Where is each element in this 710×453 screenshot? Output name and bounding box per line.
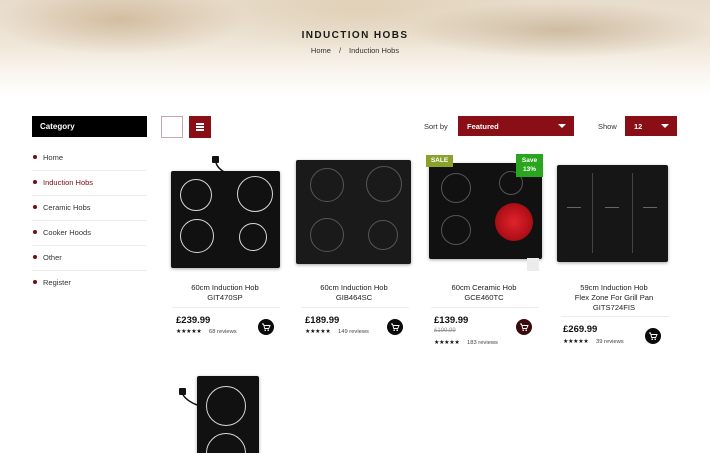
product-price: £189.99: [305, 315, 340, 326]
product-name[interactable]: 59cm Induction Hob Flex Zone For Grill P…: [555, 283, 673, 313]
breadcrumb-home-link[interactable]: Home: [311, 46, 331, 55]
star-icon: ★★★★★: [434, 340, 460, 346]
cart-icon: [649, 332, 658, 340]
product-name[interactable]: 60cm Induction Hob GIT470SP: [166, 283, 284, 303]
category-list: Home Induction Hobs Ceramic Hobs Cooker …: [32, 146, 147, 296]
product-image[interactable]: [197, 376, 259, 453]
save-badge: Save 13%: [516, 154, 543, 177]
chevron-down-icon: [558, 124, 566, 128]
plug-cable-icon: [179, 388, 198, 406]
product-name[interactable]: 60cm Induction Hob GIB464SC: [295, 283, 413, 303]
review-count[interactable]: 149 reviews: [338, 329, 369, 335]
add-to-cart-button[interactable]: [258, 319, 274, 335]
category-item-cooker-hoods[interactable]: Cooker Hoods: [32, 221, 147, 246]
plug-cable-icon: [212, 156, 227, 174]
add-to-cart-button[interactable]: [387, 319, 403, 335]
cart-icon: [520, 323, 529, 331]
product-image[interactable]: [171, 171, 280, 268]
product-name[interactable]: 60cm Ceramic Hob GCE460TC: [425, 283, 543, 303]
product-image[interactable]: [296, 160, 411, 264]
add-to-cart-button[interactable]: [516, 319, 532, 335]
category-item-ceramic-hobs[interactable]: Ceramic Hobs: [32, 196, 147, 221]
product-image[interactable]: [429, 163, 542, 259]
category-item-home[interactable]: Home: [32, 146, 147, 171]
sort-value: Featured: [467, 122, 499, 131]
grid-view-button[interactable]: [161, 116, 183, 138]
sort-select[interactable]: Featured: [458, 116, 574, 136]
review-count[interactable]: 39 reviews: [596, 339, 624, 345]
star-icon: ★★★★★: [305, 329, 331, 335]
sort-label: Sort by: [424, 122, 448, 131]
star-icon: ★★★★★: [563, 339, 589, 345]
category-heading: Category: [32, 116, 147, 137]
product-price: £269.99: [563, 324, 598, 335]
product-price: £239.99: [176, 315, 211, 326]
list-view-button[interactable]: [189, 116, 211, 138]
product-image[interactable]: [557, 165, 668, 262]
category-item-induction-hobs[interactable]: Induction Hobs: [32, 171, 147, 196]
product-price: £139.99: [434, 315, 469, 326]
show-label: Show: [598, 122, 617, 131]
breadcrumb-separator: /: [338, 46, 342, 55]
category-item-other[interactable]: Other: [32, 246, 147, 271]
star-icon: ★★★★★: [176, 329, 202, 335]
was-price: £199.99: [434, 328, 456, 334]
review-count[interactable]: 183 reviews: [467, 340, 498, 346]
cart-icon: [262, 323, 271, 331]
chevron-down-icon: [661, 124, 669, 128]
sale-badge: SALE: [426, 155, 453, 167]
breadcrumb: Home / Induction Hobs: [0, 46, 710, 55]
cart-icon: [391, 323, 400, 331]
page-title: INDUCTION HOBS: [301, 30, 409, 41]
show-select[interactable]: 12: [625, 116, 677, 136]
category-item-register[interactable]: Register: [32, 271, 147, 296]
breadcrumb-current: Induction Hobs: [349, 46, 400, 55]
show-value: 12: [634, 122, 643, 131]
add-to-cart-button[interactable]: [645, 328, 661, 344]
review-count[interactable]: 68 reviews: [209, 329, 237, 335]
